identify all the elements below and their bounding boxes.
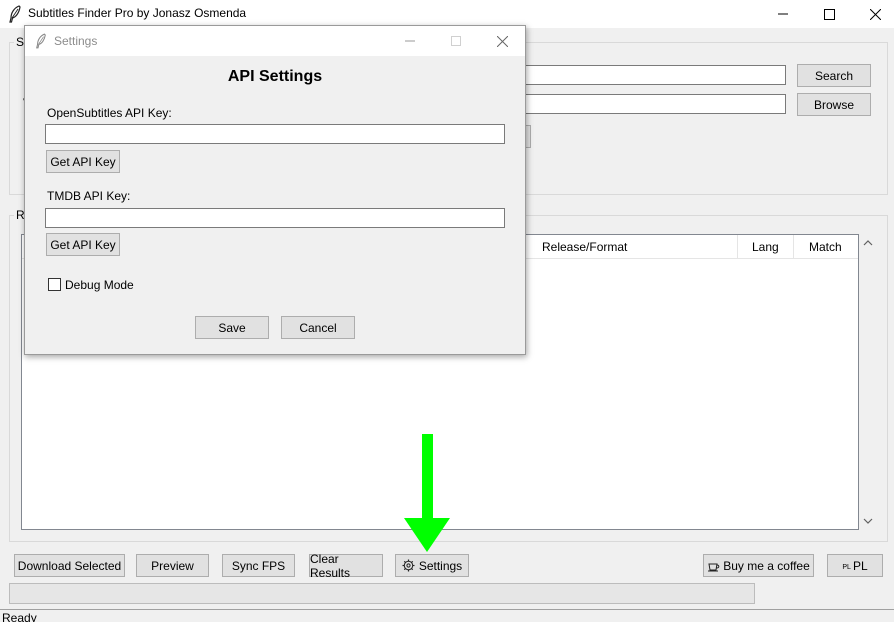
cancel-button[interactable]: Cancel — [281, 316, 355, 339]
status-bar: Ready — [0, 609, 894, 622]
status-text: Ready — [2, 611, 37, 622]
clear-results-button[interactable]: Clear Results — [309, 552, 383, 580]
feather-icon — [8, 5, 22, 23]
pl-flag-icon: PL — [842, 564, 851, 571]
minimize-icon — [405, 40, 415, 42]
close-icon — [496, 35, 508, 47]
column-header-release[interactable]: Release/Format — [542, 240, 627, 254]
maximize-icon — [451, 36, 461, 46]
column-header-match[interactable]: Match — [809, 240, 842, 254]
highlight-arrow-head — [404, 518, 450, 552]
get-opensubtitles-key-button[interactable]: Get API Key — [46, 150, 120, 173]
highlight-arrow-shaft — [422, 434, 433, 522]
debug-mode-label[interactable]: Debug Mode — [65, 278, 134, 292]
video-file-input[interactable] — [520, 94, 786, 114]
get-tmdb-key-button[interactable]: Get API Key — [46, 233, 120, 256]
search-query-input[interactable] — [520, 65, 786, 85]
dialog-minimize-button[interactable] — [387, 26, 433, 56]
dialog-title: Settings — [54, 34, 98, 48]
sync-fps-button[interactable]: Sync FPS — [222, 554, 295, 577]
language-label: PL — [852, 558, 868, 573]
tmdb-key-label: TMDB API Key: — [47, 189, 131, 203]
column-separator — [793, 235, 794, 259]
settings-button[interactable]: Settings — [395, 554, 469, 577]
dialog-heading: API Settings — [227, 68, 323, 85]
column-header-lang[interactable]: Lang — [752, 240, 779, 254]
scroll-up-icon[interactable] — [863, 238, 873, 248]
preview-button[interactable]: Preview — [136, 554, 209, 577]
maximize-button[interactable] — [806, 0, 852, 28]
window-title: Subtitles Finder Pro by Jonasz Osmenda — [28, 6, 247, 20]
progress-bar — [9, 583, 755, 604]
scroll-down-icon[interactable] — [863, 516, 873, 526]
feather-icon — [35, 33, 47, 52]
minimize-button[interactable] — [760, 0, 806, 28]
dialog-maximize-button[interactable] — [433, 26, 479, 56]
close-icon — [869, 8, 881, 20]
buy-coffee-label: Buy me a coffee — [723, 558, 810, 573]
results-scrollbar[interactable] — [859, 234, 877, 530]
language-button[interactable]: PL PL — [827, 554, 883, 577]
maximize-icon — [823, 8, 835, 20]
download-selected-button[interactable]: Download Selected — [14, 554, 125, 577]
dialog-title-bar[interactable]: Settings — [25, 26, 525, 56]
settings-dialog: Settings API Settings OpenSubtitles API … — [24, 25, 526, 355]
opensubtitles-key-input[interactable] — [45, 124, 505, 144]
gear-icon — [402, 559, 415, 572]
debug-mode-checkbox[interactable] — [48, 278, 61, 291]
buy-coffee-button[interactable]: Buy me a coffee — [703, 554, 814, 577]
coffee-cup-icon — [707, 560, 720, 572]
dialog-close-button[interactable] — [479, 26, 525, 56]
search-button[interactable]: Search — [797, 64, 871, 87]
settings-button-label: Settings — [418, 558, 463, 573]
opensubtitles-key-label: OpenSubtitles API Key: — [47, 106, 172, 120]
main-title-bar[interactable]: Subtitles Finder Pro by Jonasz Osmenda — [0, 0, 894, 28]
column-separator — [737, 235, 738, 259]
browse-button[interactable]: Browse — [797, 93, 871, 116]
save-button[interactable]: Save — [195, 316, 269, 339]
tmdb-key-input[interactable] — [45, 208, 505, 228]
close-button[interactable] — [852, 0, 894, 28]
minimize-icon — [778, 13, 788, 15]
